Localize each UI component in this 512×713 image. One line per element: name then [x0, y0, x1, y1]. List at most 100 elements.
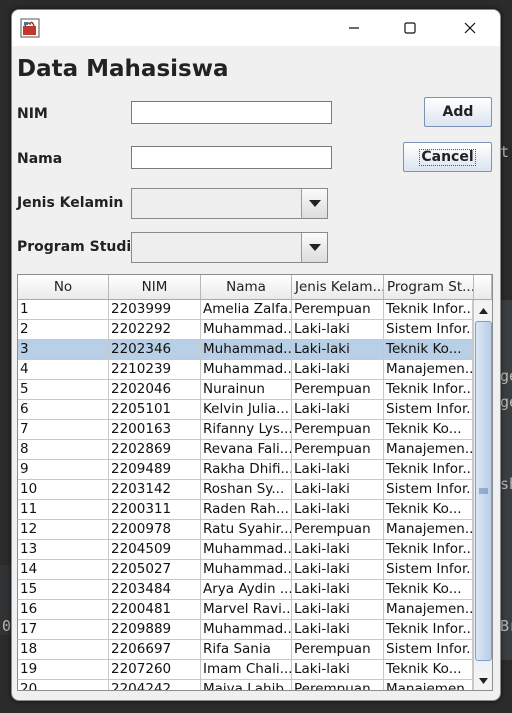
- cell-nama[interactable]: Rakha Dhifi...: [201, 460, 292, 480]
- cell-jenis-kelamin[interactable]: Laki-laki: [292, 480, 384, 500]
- column-header-no[interactable]: No: [18, 275, 109, 299]
- cell-jenis-kelamin[interactable]: Perempuan: [292, 680, 384, 690]
- cell-nim[interactable]: 2210239: [109, 360, 201, 380]
- dropdown-arrow-button[interactable]: [301, 189, 327, 218]
- minimize-button[interactable]: [330, 10, 378, 46]
- cell-program-studi[interactable]: Teknik Ko...: [384, 580, 473, 600]
- cell-program-studi[interactable]: Teknik Infor...: [384, 460, 473, 480]
- table-row[interactable]: 13 2204509 Muhammad... Laki-laki Teknik Info…: [18, 540, 473, 560]
- cell-nama[interactable]: Muhammad...: [201, 340, 292, 360]
- cell-nama[interactable]: Ratu Syahir...: [201, 520, 292, 540]
- cell-program-studi[interactable]: Teknik Infor...: [384, 620, 473, 640]
- cell-jenis-kelamin[interactable]: Laki-laki: [292, 400, 384, 420]
- cancel-button[interactable]: Cancel: [403, 142, 492, 172]
- cell-nim[interactable]: 2205027: [109, 560, 201, 580]
- cell-program-studi[interactable]: Sistem Infor...: [384, 640, 473, 660]
- cell-nim[interactable]: 2202346: [109, 340, 201, 360]
- cell-no[interactable]: 18: [18, 640, 109, 660]
- cell-jenis-kelamin[interactable]: Perempuan: [292, 380, 384, 400]
- scroll-down-button[interactable]: [474, 672, 492, 690]
- table-row[interactable]: 12 2200978 Ratu Syahir... Perempuan Manajeme…: [18, 520, 473, 540]
- cell-nama[interactable]: Muhammad...: [201, 360, 292, 380]
- cell-jenis-kelamin[interactable]: Laki-laki: [292, 600, 384, 620]
- table-row[interactable]: 14 2205027 Muhammad... Laki-laki Sistem Info…: [18, 560, 473, 580]
- cell-no[interactable]: 11: [18, 500, 109, 520]
- cell-nim[interactable]: 2204242: [109, 680, 201, 690]
- cell-program-studi[interactable]: Teknik Ko...: [384, 420, 473, 440]
- cell-nama[interactable]: Roshan Sy...: [201, 480, 292, 500]
- table-row[interactable]: 19 2207260 Imam Chali... Laki-laki Teknik Ko…: [18, 660, 473, 680]
- cell-nim[interactable]: 2202292: [109, 320, 201, 340]
- table-row[interactable]: 5 2202046 Nurainun Perempuan Teknik Infor...: [18, 380, 473, 400]
- cell-no[interactable]: 4: [18, 360, 109, 380]
- cell-program-studi[interactable]: Sistem Infor...: [384, 560, 473, 580]
- cell-jenis-kelamin[interactable]: Laki-laki: [292, 620, 384, 640]
- cell-no[interactable]: 2: [18, 320, 109, 340]
- cell-program-studi[interactable]: Sistem Infor...: [384, 480, 473, 500]
- cell-nim[interactable]: 2206697: [109, 640, 201, 660]
- nim-input[interactable]: [131, 101, 332, 124]
- cell-no[interactable]: 5: [18, 380, 109, 400]
- cell-jenis-kelamin[interactable]: Laki-laki: [292, 580, 384, 600]
- cell-program-studi[interactable]: Sistem Infor...: [384, 400, 473, 420]
- cell-nim[interactable]: 2203142: [109, 480, 201, 500]
- cell-program-studi[interactable]: Teknik Ko...: [384, 660, 473, 680]
- cell-no[interactable]: 1: [18, 300, 109, 320]
- cell-program-studi[interactable]: Manajemen...: [384, 440, 473, 460]
- cell-no[interactable]: 15: [18, 580, 109, 600]
- cell-nim[interactable]: 2203999: [109, 300, 201, 320]
- cell-nim[interactable]: 2200481: [109, 600, 201, 620]
- cell-nama[interactable]: Muhammad...: [201, 540, 292, 560]
- cell-nama[interactable]: Maiya Lahib...: [201, 680, 292, 690]
- column-header-program-studi[interactable]: Program St...: [384, 275, 474, 299]
- cell-nim[interactable]: 2200163: [109, 420, 201, 440]
- table-row[interactable]: 18 2206697 Rifa Sania Perempuan Sistem Infor…: [18, 640, 473, 660]
- scrollbar-thumb[interactable]: [475, 321, 492, 661]
- cell-nama[interactable]: Amelia Zalfa...: [201, 300, 292, 320]
- column-header-nim[interactable]: NIM: [109, 275, 201, 299]
- cell-program-studi[interactable]: Teknik Ko...: [384, 500, 473, 520]
- table-row[interactable]: 9 2209489 Rakha Dhifi... Laki-laki Teknik In…: [18, 460, 473, 480]
- cell-program-studi[interactable]: Manajemen...: [384, 360, 473, 380]
- cell-no[interactable]: 3: [18, 340, 109, 360]
- cell-no[interactable]: 6: [18, 400, 109, 420]
- cell-program-studi[interactable]: Sistem Infor...: [384, 320, 473, 340]
- cell-jenis-kelamin[interactable]: Laki-laki: [292, 560, 384, 580]
- cell-nama[interactable]: Marvel Ravi...: [201, 600, 292, 620]
- cell-nim[interactable]: 2200311: [109, 500, 201, 520]
- cell-nim[interactable]: 2209489: [109, 460, 201, 480]
- cell-program-studi[interactable]: Manajemen...: [384, 520, 473, 540]
- cell-nim[interactable]: 2204509: [109, 540, 201, 560]
- cell-jenis-kelamin[interactable]: Perempuan: [292, 640, 384, 660]
- table-row[interactable]: 4 2210239 Muhammad... Laki-laki Manajemen...: [18, 360, 473, 380]
- cell-nama[interactable]: Muhammad...: [201, 560, 292, 580]
- cell-no[interactable]: 13: [18, 540, 109, 560]
- table-row[interactable]: 10 2203142 Roshan Sy... Laki-laki Sistem Inf…: [18, 480, 473, 500]
- cell-nama[interactable]: Muhammad...: [201, 620, 292, 640]
- cell-program-studi[interactable]: Manajemen...: [384, 680, 473, 690]
- column-header-nama[interactable]: Nama: [201, 275, 292, 299]
- column-header-jenis-kelamin[interactable]: Jenis Kelam...: [292, 275, 384, 299]
- table-row[interactable]: 7 2200163 Rifanny Lys... Perempuan Teknik Ko…: [18, 420, 473, 440]
- cell-jenis-kelamin[interactable]: Laki-laki: [292, 340, 384, 360]
- cell-nim[interactable]: 2202869: [109, 440, 201, 460]
- dropdown-arrow-button[interactable]: [301, 233, 327, 262]
- cell-nim[interactable]: 2207260: [109, 660, 201, 680]
- cell-no[interactable]: 9: [18, 460, 109, 480]
- cell-nama[interactable]: Arya Aydin ...: [201, 580, 292, 600]
- cell-nim[interactable]: 2205101: [109, 400, 201, 420]
- cell-no[interactable]: 10: [18, 480, 109, 500]
- table-row[interactable]: 6 2205101 Kelvin Julia... Laki-laki Sistem I…: [18, 400, 473, 420]
- cell-nama[interactable]: Rifanny Lys...: [201, 420, 292, 440]
- cell-no[interactable]: 7: [18, 420, 109, 440]
- cell-program-studi[interactable]: Teknik Infor...: [384, 300, 473, 320]
- table-row[interactable]: 3 2202346 Muhammad... Laki-laki Teknik Ko...: [18, 340, 473, 360]
- cell-nama[interactable]: Kelvin Julia...: [201, 400, 292, 420]
- cell-no[interactable]: 20: [18, 680, 109, 690]
- cell-nama[interactable]: Imam Chali...: [201, 660, 292, 680]
- cell-program-studi[interactable]: Teknik Infor...: [384, 380, 473, 400]
- cell-jenis-kelamin[interactable]: Perempuan: [292, 300, 384, 320]
- cell-nim[interactable]: 2202046: [109, 380, 201, 400]
- cell-jenis-kelamin[interactable]: Laki-laki: [292, 660, 384, 680]
- nama-input[interactable]: [131, 146, 332, 169]
